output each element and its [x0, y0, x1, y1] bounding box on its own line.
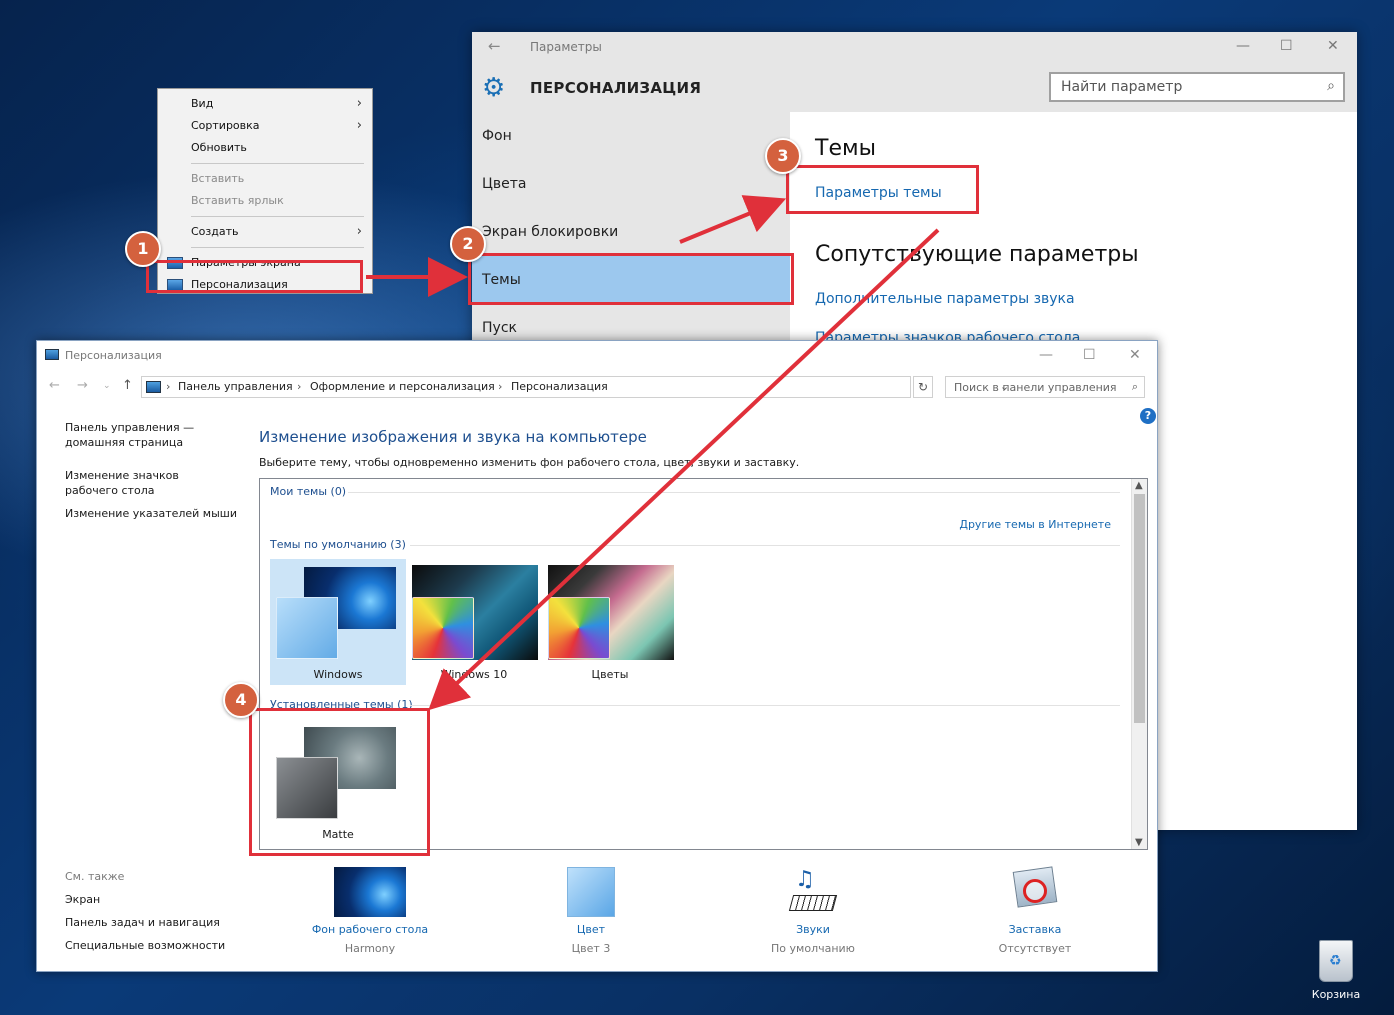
step-badge-1: 1: [125, 231, 161, 267]
recycle-bin-icon: ♻: [1319, 940, 1353, 982]
arrow-2-to-3: [679, 195, 787, 244]
step-badge-2: 2: [450, 226, 486, 262]
arrow-3-to-4: [428, 228, 940, 711]
step-badge-3: 3: [765, 138, 801, 174]
recycle-bin-label: Корзина: [1311, 988, 1361, 1001]
recycle-bin[interactable]: ♻ Корзина: [1306, 940, 1366, 1001]
annotation-arrows: [366, 195, 940, 711]
step-badge-4: 4: [223, 682, 259, 718]
